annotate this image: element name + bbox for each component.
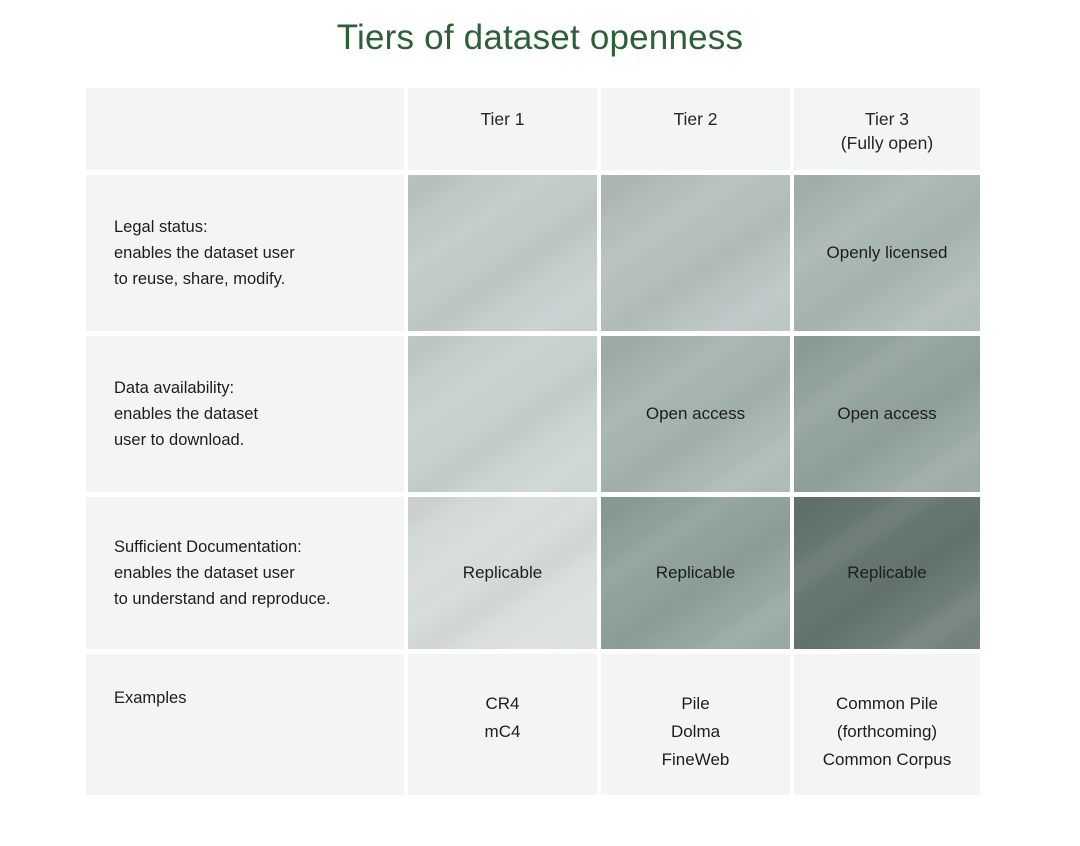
cell-examples-tier1-text: CR4 mC4 <box>484 694 521 741</box>
cell-legal-status-tier2 <box>601 175 790 331</box>
cell-legal-status-tier3-text: Openly licensed <box>826 243 948 262</box>
row-header-legal-status: Legal status: enables the dataset user t… <box>86 175 404 331</box>
openness-tier-matrix: Tier 1 Tier 2 Tier 3 (Fully open) Legal … <box>86 88 980 800</box>
cell-sufficient-documentation-tier2: Replicable <box>601 497 790 649</box>
cell-examples-tier1: CR4 mC4 <box>408 654 597 795</box>
infographic-page: Tiers of dataset openness Tier 1 Tier 2 … <box>0 0 1080 846</box>
column-header-tier3-label: Tier 3 (Fully open) <box>840 109 934 153</box>
row-header-examples: Examples <box>86 654 404 795</box>
cell-examples-tier2: Pile Dolma FineWeb <box>601 654 790 795</box>
row-header-examples-label: Examples <box>114 689 187 707</box>
cell-sufficient-documentation-tier1-text: Replicable <box>462 563 543 582</box>
cell-examples-tier3-text: Common Pile (forthcoming) Common Corpus <box>822 694 952 769</box>
column-header-tier1: Tier 1 <box>408 88 597 170</box>
column-header-tier1-label: Tier 1 <box>480 109 525 129</box>
row-header-data-availability: Data availability: enables the dataset u… <box>86 336 404 492</box>
cell-sufficient-documentation-tier1: Replicable <box>408 497 597 649</box>
column-header-tier3: Tier 3 (Fully open) <box>794 88 980 170</box>
cell-sufficient-documentation-tier3-text: Replicable <box>847 563 927 582</box>
cell-sufficient-documentation-tier2-text: Replicable <box>655 563 736 582</box>
cell-legal-status-tier3: Openly licensed <box>794 175 980 331</box>
cell-legal-status-tier1 <box>408 175 597 331</box>
cell-data-availability-tier2-text: Open access <box>645 404 746 423</box>
matrix-corner-cell <box>86 88 404 170</box>
cell-sufficient-documentation-tier3: Replicable <box>794 497 980 649</box>
row-header-legal-status-label: Legal status: enables the dataset user t… <box>114 218 295 288</box>
page-title: Tiers of dataset openness <box>336 18 744 57</box>
row-header-sufficient-documentation-label: Sufficient Documentation: enables the da… <box>114 538 331 608</box>
column-header-tier2-label: Tier 2 <box>673 109 718 129</box>
column-header-tier2: Tier 2 <box>601 88 790 170</box>
cell-examples-tier3: Common Pile (forthcoming) Common Corpus <box>794 654 980 795</box>
cell-examples-tier2-text: Pile Dolma FineWeb <box>661 694 730 769</box>
cell-data-availability-tier3: Open access <box>794 336 980 492</box>
row-header-sufficient-documentation: Sufficient Documentation: enables the da… <box>86 497 404 649</box>
cell-data-availability-tier3-text: Open access <box>837 404 937 423</box>
row-header-data-availability-label: Data availability: enables the dataset u… <box>114 379 259 449</box>
cell-data-availability-tier2: Open access <box>601 336 790 492</box>
cell-data-availability-tier1 <box>408 336 597 492</box>
